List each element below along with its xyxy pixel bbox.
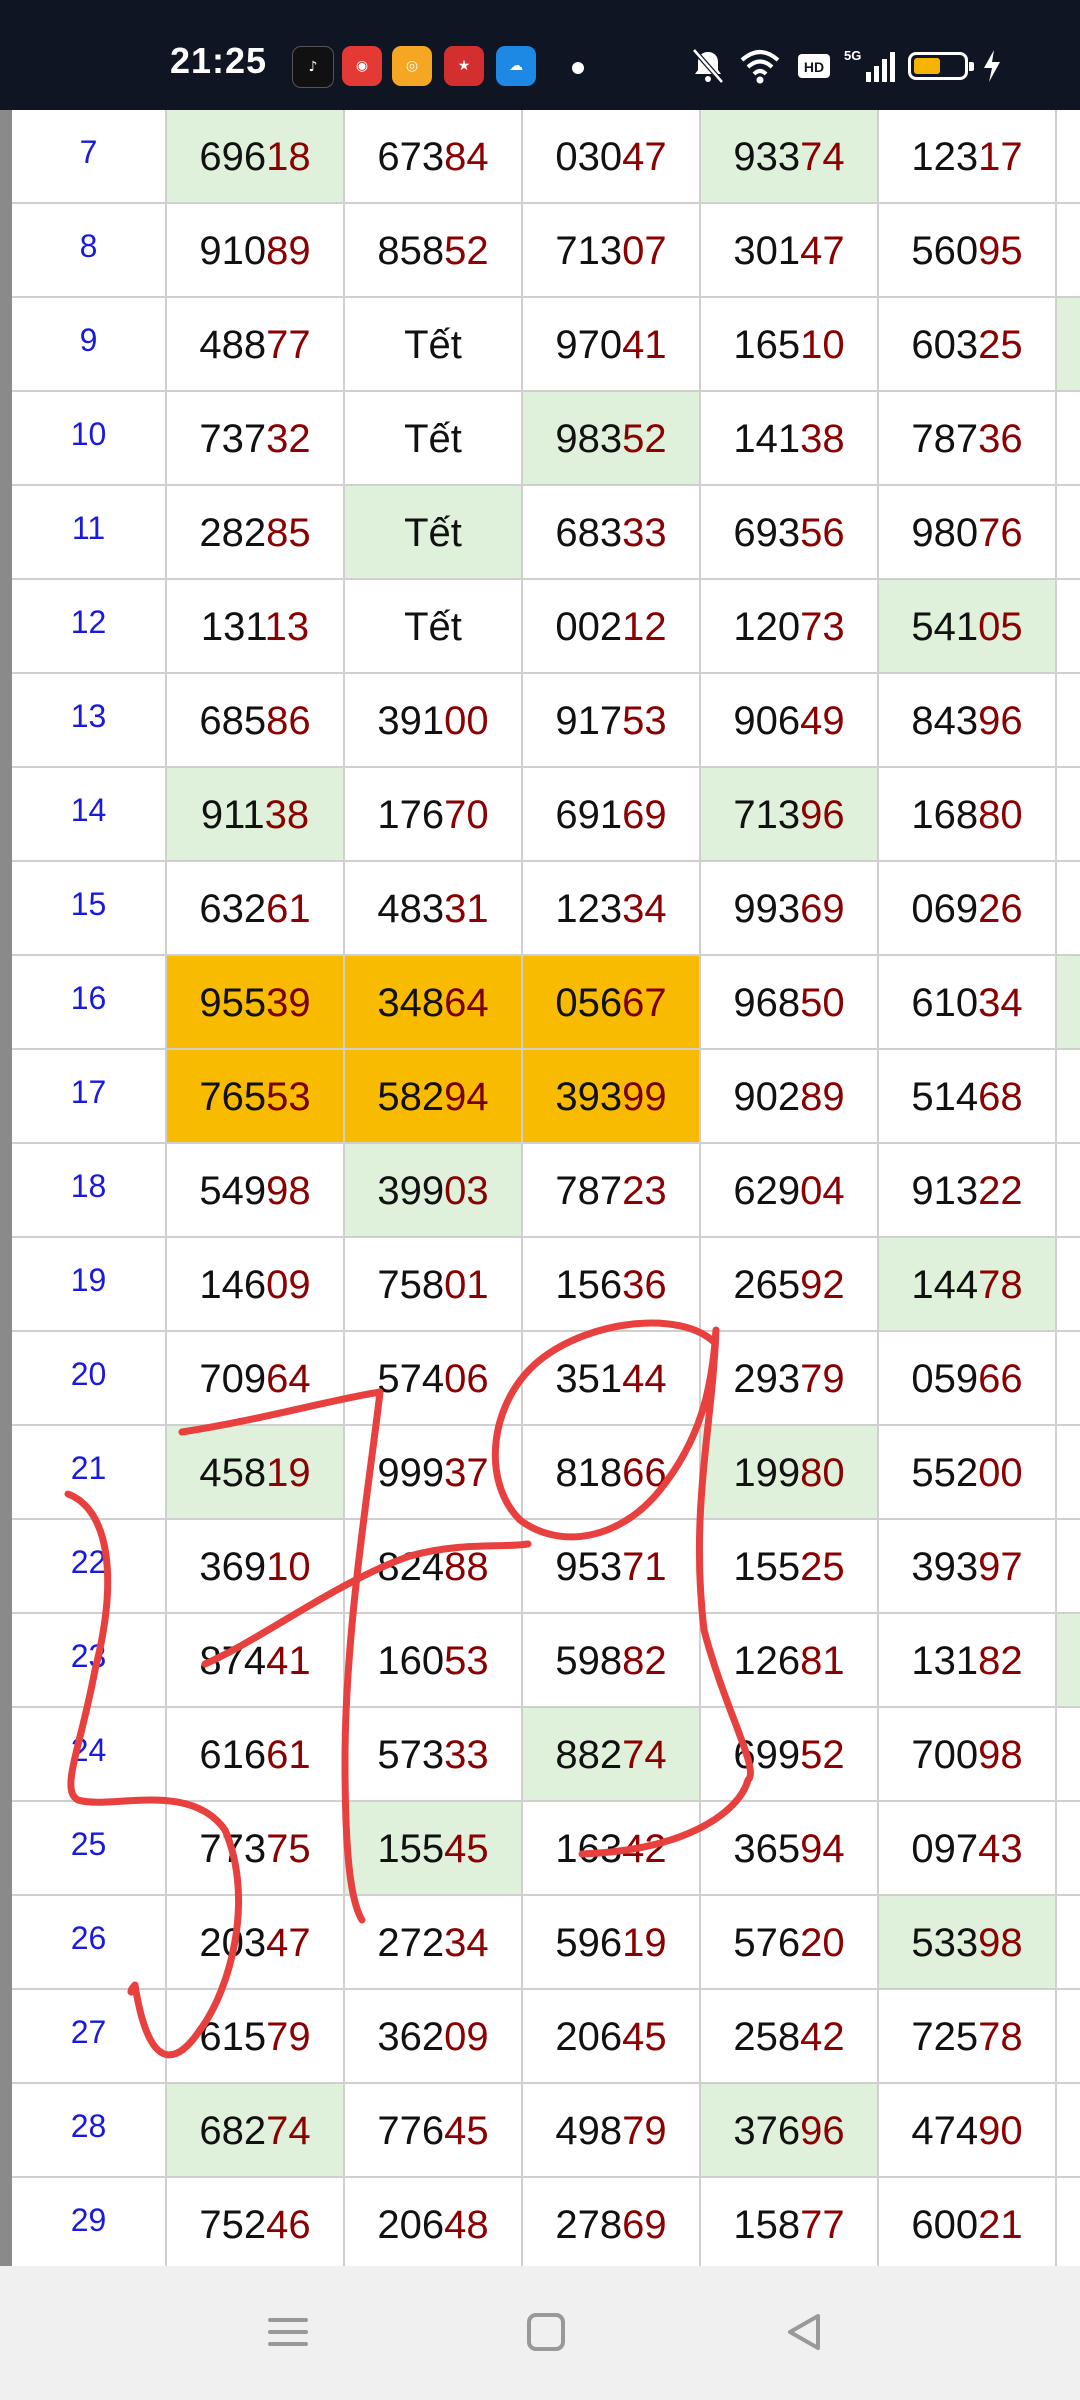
home-square-icon[interactable]: [516, 2302, 576, 2362]
status-bar: 21:25 ♪ ◉ ◎ ★ ☁ HD 5G: [0, 0, 1080, 110]
results-table[interactable]: 6727949126732939005128766176961867384030…: [0, 110, 1080, 2266]
navigation-bar: [0, 2266, 1080, 2400]
battery-icon: [908, 52, 974, 80]
game-app-icon: ★: [444, 46, 484, 86]
back-triangle-icon[interactable]: [774, 2302, 834, 2362]
mute-bell-icon: [692, 48, 724, 84]
news-app-icon: ◉: [342, 46, 382, 86]
svg-text:5G: 5G: [844, 48, 861, 63]
signal-5g-icon: 5G: [844, 48, 895, 82]
weibo-icon: ◎: [392, 46, 432, 86]
svg-text:HD: HD: [804, 59, 824, 75]
tiktok-icon: ♪: [292, 46, 334, 88]
wifi-icon: [740, 50, 780, 84]
handwritten-scribble: [64, 1319, 754, 2059]
menu-icon[interactable]: [258, 2302, 318, 2362]
charging-bolt-icon: [984, 50, 1000, 82]
status-time: 21:25: [170, 40, 268, 81]
hd-icon: HD: [798, 54, 830, 78]
notification-dot: [572, 62, 584, 74]
cloud-app-icon: ☁: [496, 46, 536, 86]
